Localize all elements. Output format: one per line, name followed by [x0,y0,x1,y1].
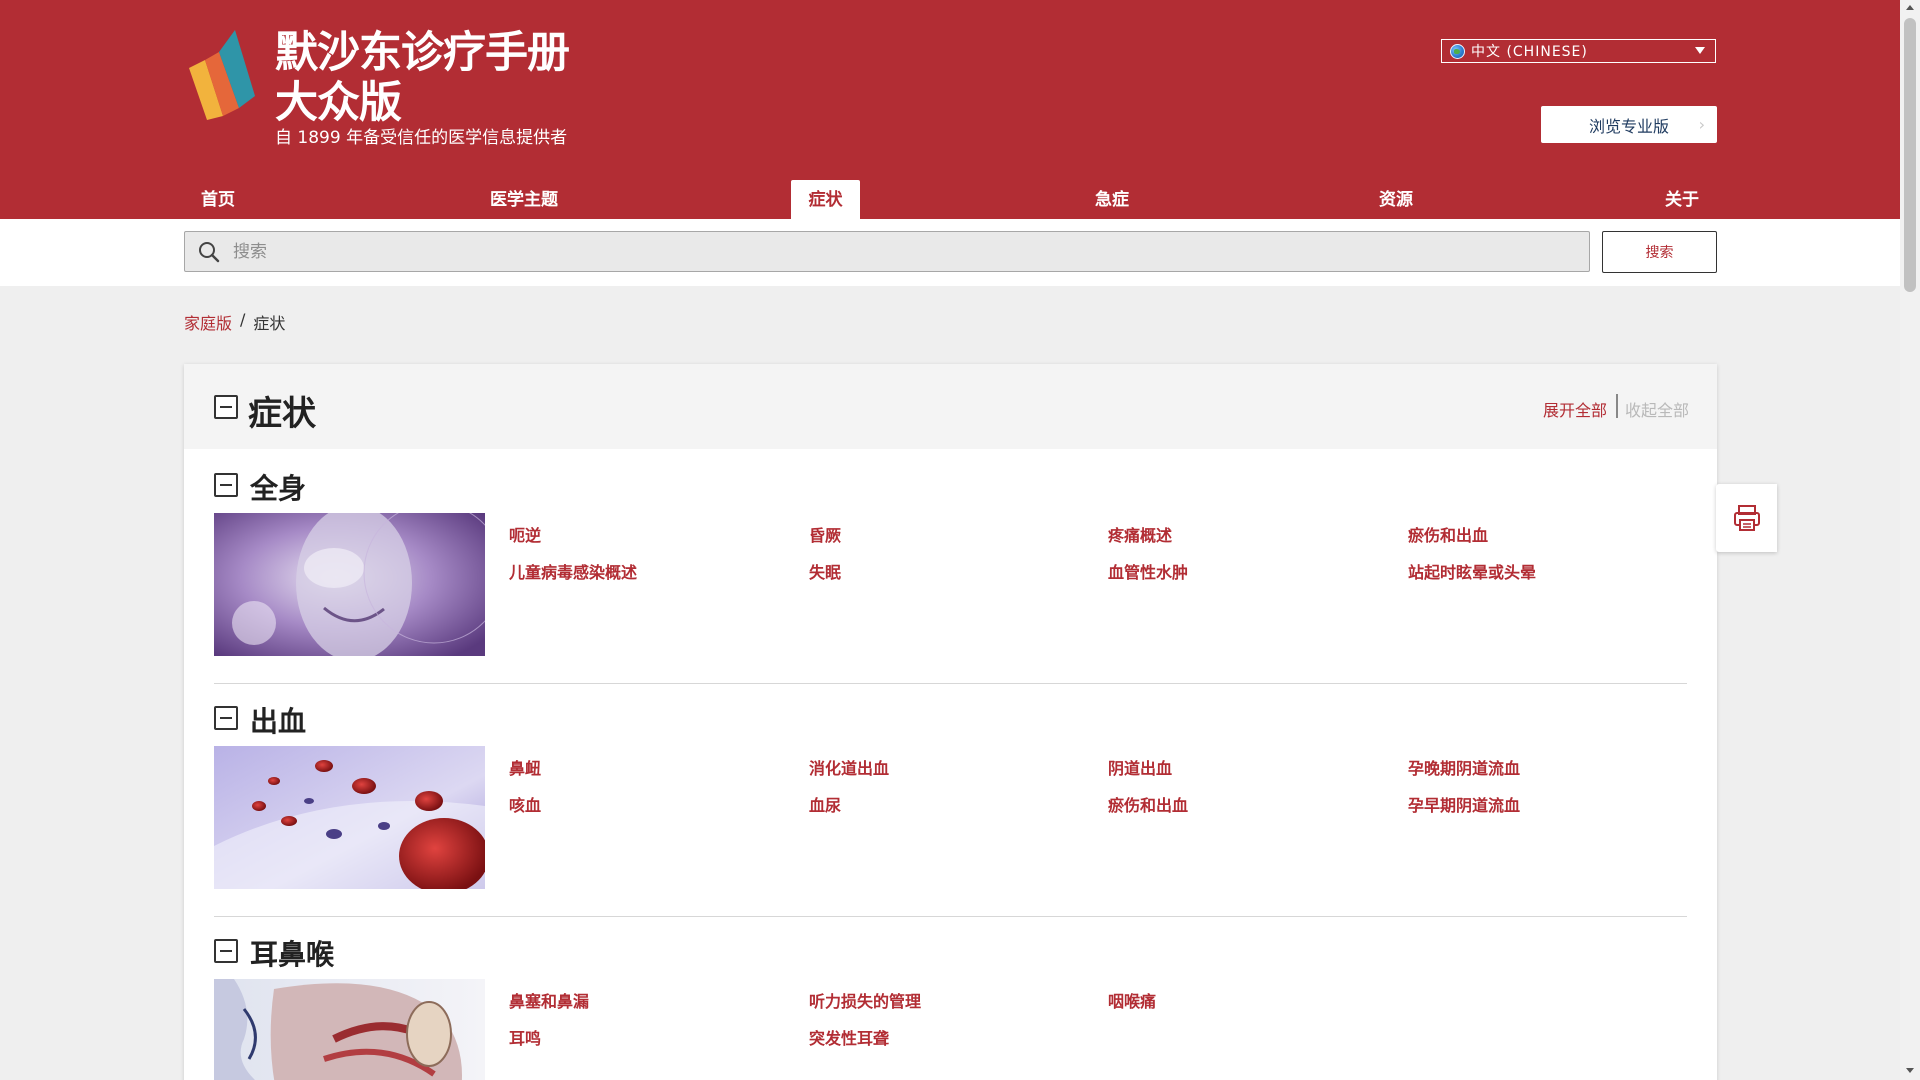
symptom-link[interactable]: 血管性水肿 [1108,559,1188,583]
breadcrumb: 家庭版 / 症状 [184,310,285,334]
site-header: 默沙东诊疗手册 大众版 自 1899 年备受信任的医学信息提供者 中文 (CHI… [0,0,1900,219]
section-divider [214,683,1687,684]
nav-item-about[interactable]: 关于 [1648,178,1716,219]
section-image [214,746,485,889]
divider [1616,394,1618,418]
symptom-link[interactable]: 耳鸣 [509,1025,541,1049]
card-header: 症状 展开全部 收起全部 [184,364,1717,449]
breadcrumb-home-link[interactable]: 家庭版 [184,310,232,334]
section-title[interactable]: 全身 [250,467,306,507]
symptom-link[interactable]: 阴道出血 [1108,755,1172,779]
symptom-link[interactable]: 昏厥 [809,522,841,546]
professional-version-button[interactable]: 浏览专业版 › [1541,106,1717,143]
expand-all-link[interactable]: 展开全部 [1543,397,1607,421]
symptom-link[interactable]: 瘀伤和出血 [1108,792,1188,816]
section-divider [214,916,1687,917]
search-icon [199,242,220,263]
site-title-line2: 大众版 [275,78,402,128]
section-image [214,513,485,656]
language-select[interactable]: 中文 (CHINESE) [1441,39,1716,63]
section-toggle-icon[interactable] [214,706,238,730]
breadcrumb-separator: / [240,310,246,329]
symptom-link[interactable]: 疼痛概述 [1108,522,1172,546]
symptom-link[interactable]: 突发性耳聋 [809,1025,889,1049]
collapse-all-link: 收起全部 [1625,401,1690,420]
msd-manual-logo-icon[interactable] [183,30,268,120]
section-general: 全身 呃逆 昏厥 疼痛概述 瘀伤和出血 儿童病毒感染概述 失眠 血管性水肿 站起… [214,467,1687,703]
page-title: 症状 [248,394,316,434]
symptom-link[interactable]: 孕早期阴道流血 [1408,792,1520,816]
page-scrollbar[interactable] [1900,0,1920,1080]
section-image [214,979,485,1080]
globe-icon [1450,43,1465,59]
symptom-link[interactable]: 咽喉痛 [1108,988,1156,1012]
scroll-up-icon[interactable] [1906,5,1914,10]
nav-item-medical-topics[interactable]: 医学主题 [474,178,574,219]
symptom-link[interactable]: 血尿 [809,792,841,816]
section-title[interactable]: 出血 [250,700,306,740]
symptom-link[interactable]: 鼻塞和鼻漏 [509,988,589,1012]
symptom-link[interactable]: 呃逆 [509,522,541,546]
nav-item-resources[interactable]: 资源 [1362,178,1430,219]
print-icon [1734,505,1760,531]
scroll-down-icon[interactable] [1906,1068,1914,1073]
nav-item-emergencies[interactable]: 急症 [1078,178,1146,219]
symptom-link[interactable]: 失眠 [809,559,841,583]
main-nav: 首页 医学主题 症状 急症 资源 关于 [0,178,1900,219]
symptom-link[interactable]: 瘀伤和出血 [1408,522,1488,546]
site-tagline: 自 1899 年备受信任的医学信息提供者 [275,128,568,148]
symptom-link[interactable]: 儿童病毒感染概述 [509,559,637,583]
nav-item-home[interactable]: 首页 [184,178,252,219]
site-title-line1: 默沙东诊疗手册 [275,28,570,78]
breadcrumb-current: 症状 [253,314,286,333]
search-button[interactable]: 搜索 [1602,231,1717,273]
scrollbar-thumb[interactable] [1904,18,1916,292]
collapse-all-toggle-icon[interactable] [214,395,238,419]
chevron-right-icon: › [1698,115,1705,134]
language-select-value: 中文 (CHINESE) [1471,44,1588,60]
symptom-link[interactable]: 鼻衄 [509,755,541,779]
site-title[interactable]: 默沙东诊疗手册 大众版 [275,28,570,128]
symptom-link[interactable]: 站起时眩晕或头晕 [1408,559,1536,583]
symptoms-card: 症状 展开全部 收起全部 全身 呃逆 昏厥 疼痛概述 瘀伤和出血 儿童病毒感染概… [184,364,1717,1080]
section-toggle-icon[interactable] [214,473,238,497]
symptom-link[interactable]: 听力损失的管理 [809,988,921,1012]
section-ent: 耳鼻喉 鼻塞和鼻漏 听力损失的管理 咽喉痛 耳鸣 突发性耳聋 [214,933,1687,1080]
symptom-link[interactable]: 孕晚期阴道流血 [1408,755,1520,779]
search-input[interactable] [233,232,1573,271]
section-title[interactable]: 耳鼻喉 [250,933,334,973]
section-toggle-icon[interactable] [214,939,238,963]
search-bar: 搜索 [0,219,1900,286]
professional-version-label: 浏览专业版 [1588,116,1669,136]
search-field[interactable] [184,231,1590,272]
section-bleeding: 出血 鼻衄 消化道出血 阴道出血 孕晚期阴道流血 咳血 血尿 瘀伤和出血 孕早期… [214,700,1687,936]
symptom-link[interactable]: 消化道出血 [809,755,889,779]
print-button[interactable] [1716,484,1777,552]
chevron-down-icon [1695,47,1705,54]
symptom-link[interactable]: 咳血 [509,792,541,816]
nav-item-symptoms[interactable]: 症状 [791,180,860,219]
